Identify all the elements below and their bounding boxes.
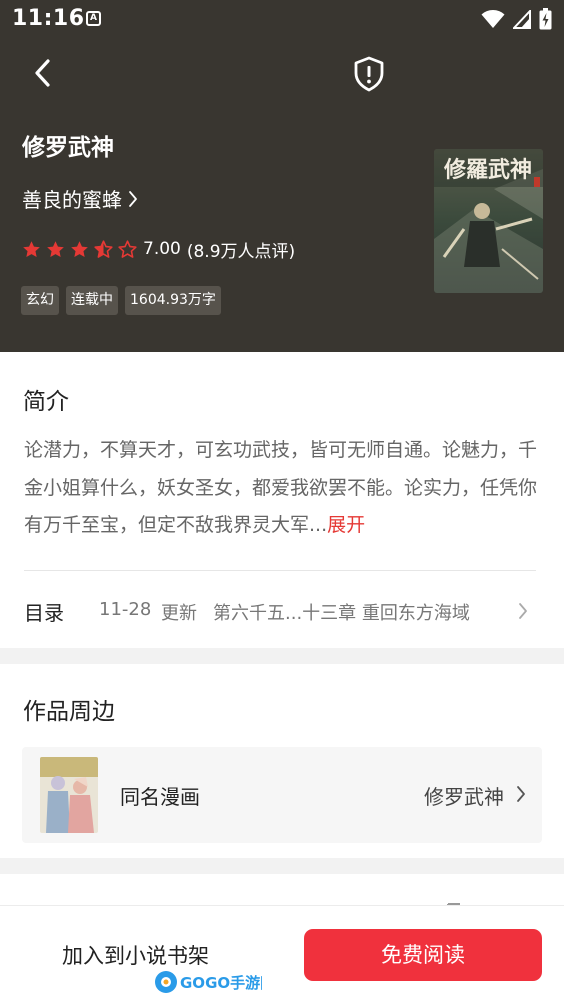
status-icons: [481, 8, 552, 30]
toc-update-label: 更新: [161, 603, 197, 624]
signal-icon: [513, 9, 531, 29]
status-bar: 11:16 A: [0, 0, 564, 38]
battery-charging-icon: [539, 8, 552, 30]
rating-score: 7.00: [143, 239, 181, 259]
intro-section: 简介 论潜力，不算天才，可玄功武技，皆可无师自通。论魅力，千金小姐算什么，妖女圣…: [0, 352, 564, 648]
watermark-logo: GOGO手游网: [155, 971, 262, 993]
bottom-action-bar: 加入到小说书架 免费阅读 GOGO手游网: [0, 905, 564, 1002]
rating: 7.00 (8.9万人点评): [22, 237, 296, 262]
intro-text: 论潜力，不算天才，可玄功武技，皆可无师自通。论魅力，千金小姐算什么，妖女圣女，都…: [24, 432, 544, 545]
tag-word-count: 1604.93万字: [125, 286, 221, 315]
star-empty-icon: [118, 239, 137, 258]
shield-alert-icon: [354, 56, 384, 92]
chevron-right-icon: [129, 190, 137, 207]
toc-label: 目录: [24, 601, 64, 625]
star-full-icon: [71, 240, 88, 257]
expand-link[interactable]: 展开: [327, 514, 365, 536]
tag-status: 连载中: [66, 286, 118, 315]
comic-title: 修罗武神: [424, 785, 504, 809]
star-half-icon: [94, 239, 113, 258]
star-rating: [22, 239, 137, 259]
tag-genre[interactable]: 玄幻: [21, 286, 59, 315]
toc-update-date: 11-28: [99, 599, 152, 620]
toc-latest-chapter: 第六千五...十三章 重回东方海域: [213, 603, 470, 624]
tag-list: 玄幻 连载中 1604.93万字: [21, 286, 221, 315]
report-button[interactable]: [351, 55, 387, 93]
comic-thumbnail-image: [40, 757, 98, 833]
related-works-heading: 作品周边: [23, 699, 115, 725]
back-button[interactable]: [26, 56, 58, 90]
free-read-button[interactable]: 免费阅读: [304, 929, 542, 981]
cover-title-art: 修羅武神: [443, 157, 532, 183]
comic-thumbnail: [40, 757, 98, 833]
comic-label: 同名漫画: [120, 785, 200, 809]
divider: [24, 570, 536, 571]
wifi-icon: [481, 9, 505, 28]
book-title: 修罗武神: [22, 135, 114, 161]
watermark-text: GOGO手游网: [180, 974, 262, 992]
author-link[interactable]: 善良的蜜蜂: [22, 184, 138, 213]
book-cover: 修羅武神: [434, 149, 543, 293]
chevron-right-icon: [519, 603, 527, 619]
book-header: 11:16 A 修罗武神 善良的蜜蜂 7.00 (8.9万人点评) 玄幻 连载中…: [0, 0, 564, 352]
chevron-right-icon: [517, 786, 525, 802]
related-works-section: 作品周边 同名漫画 修罗武神: [0, 664, 564, 858]
status-time: 11:16: [12, 6, 85, 31]
star-full-icon: [47, 240, 64, 257]
intro-body: 论潜力，不算天才，可玄功武技，皆可无师自通。论魅力，千金小姐算什么，妖女圣女，都…: [24, 439, 538, 536]
rating-count: (8.9万人点评): [186, 241, 296, 262]
star-full-icon: [23, 240, 40, 257]
author-name: 善良的蜜蜂: [22, 188, 122, 212]
table-of-contents-row[interactable]: 目录 11-28 更新 第六千五...十三章 重回东方海域: [0, 584, 564, 640]
book-cover-image: 修羅武神: [434, 149, 543, 293]
notification-badge-icon: A: [86, 11, 101, 26]
chevron-left-icon: [35, 59, 50, 87]
intro-heading: 简介: [23, 389, 69, 415]
same-name-comic-item[interactable]: 同名漫画 修罗武神: [22, 747, 542, 843]
